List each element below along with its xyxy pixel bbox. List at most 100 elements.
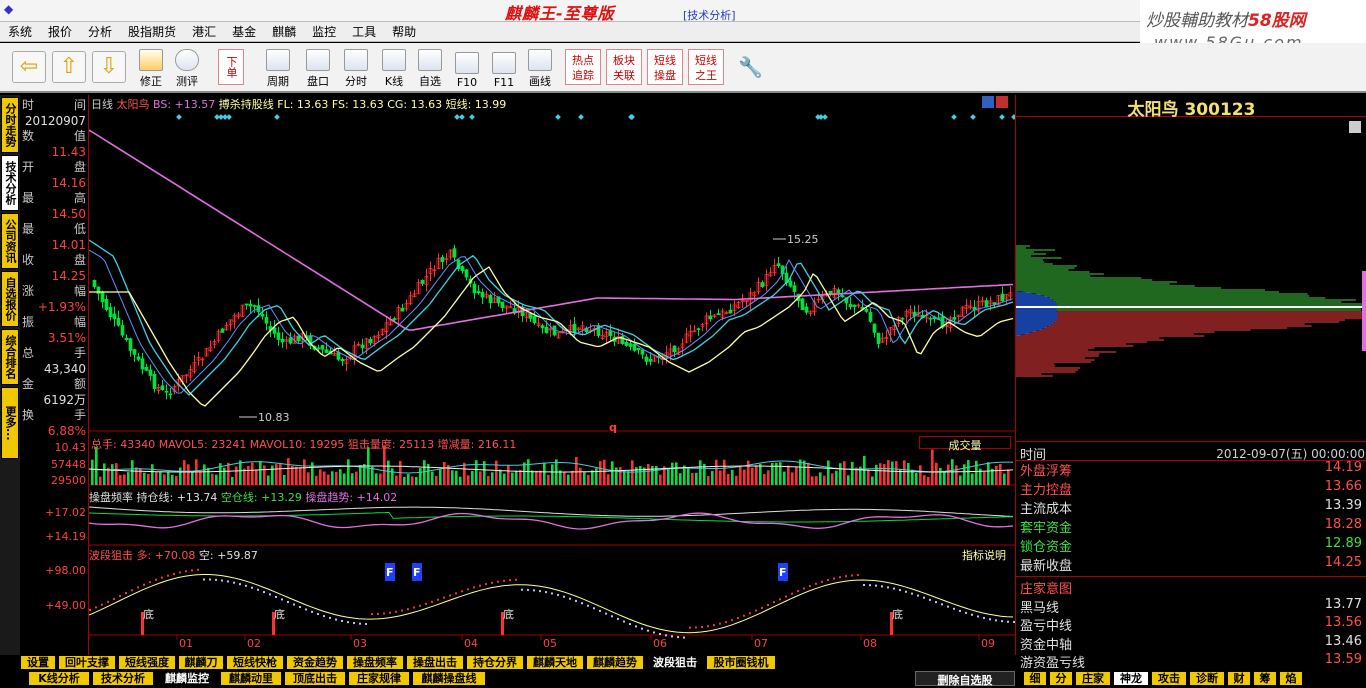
- candle-body: [400, 307, 405, 312]
- bottom-tab[interactable]: 设置: [20, 655, 56, 670]
- bottom-tab[interactable]: 麒麟监控: [156, 671, 218, 686]
- wave-dot: [887, 586, 889, 589]
- volume-bar: [359, 465, 362, 485]
- right-bottom-tab[interactable]: 细: [1023, 671, 1047, 686]
- bottom-tab[interactable]: 麒麟操盘线: [412, 671, 486, 686]
- period-button[interactable]: 周期: [262, 47, 294, 89]
- menu-fund[interactable]: 基金: [224, 22, 264, 41]
- orderbook-button[interactable]: 盘口: [303, 47, 333, 89]
- delete-watchlist-button[interactable]: 删除自选股: [915, 671, 1015, 687]
- down-button[interactable]: ⇩: [92, 51, 126, 83]
- right-bottom-tab[interactable]: 分: [1049, 671, 1073, 686]
- tab-technical[interactable]: 技术分析: [1, 155, 19, 211]
- volume-bar: [611, 461, 614, 485]
- wave-dot: [893, 587, 895, 590]
- right-bottom-tab[interactable]: 筹: [1253, 671, 1277, 686]
- menu-help[interactable]: 帮助: [384, 22, 424, 41]
- short-king-button[interactable]: 短线 之王: [688, 49, 724, 85]
- menu-quote[interactable]: 报价: [40, 22, 80, 41]
- bottom-tab[interactable]: 操盘出击: [406, 655, 464, 670]
- sector-button[interactable]: 板块 关联: [606, 49, 642, 85]
- evaluate-button[interactable]: 测评: [173, 47, 201, 89]
- menu-system[interactable]: 系统: [0, 22, 40, 41]
- bottom-tab[interactable]: 资金趋势: [286, 655, 344, 670]
- kline-button[interactable]: K线: [379, 47, 409, 89]
- bottom-tab[interactable]: 操盘频率: [346, 655, 404, 670]
- bottom-tabs-row2: K线分析 技术分析 麒麟监控 麒麟动里 顶底出击 庄家规律 麒麟操盘线: [20, 671, 1000, 686]
- f10-button[interactable]: F10: [452, 47, 482, 89]
- bottom-tab[interactable]: 麒麟趋势: [586, 655, 644, 670]
- draw-line-button[interactable]: 画线: [525, 47, 555, 89]
- close-panel-icon[interactable]: [996, 96, 1008, 108]
- wave-dot: [839, 576, 841, 579]
- right-bottom-tab[interactable]: 庄家: [1075, 671, 1111, 686]
- right-bottom-tab[interactable]: 诊断: [1189, 671, 1225, 686]
- menu-futures[interactable]: 股指期货: [120, 22, 184, 41]
- stat-value: 14.25: [1324, 555, 1362, 570]
- candle-body: [252, 305, 257, 307]
- short-trade-button[interactable]: 短线 操盘: [647, 49, 683, 85]
- bottom-tab[interactable]: 麒麟天地: [526, 655, 584, 670]
- right-bottom-tab[interactable]: 攻击: [1151, 671, 1187, 686]
- panel-icon[interactable]: [982, 96, 994, 108]
- tab-ranking[interactable]: 综合排名: [1, 329, 19, 385]
- candle-body: [572, 323, 577, 333]
- candle-body: [220, 328, 225, 333]
- bottom-tab[interactable]: 麒麟动里: [220, 671, 282, 686]
- candle-body: [488, 294, 493, 304]
- bottom-tab[interactable]: 庄家规律: [348, 671, 410, 686]
- back-button[interactable]: ⇦: [12, 51, 46, 83]
- chart-area[interactable]: 10.8315.25q底底底底FFF12010203040506070809 日…: [88, 95, 1015, 655]
- menu-tools[interactable]: 工具: [344, 22, 384, 41]
- tab-intraday[interactable]: 分时走势: [1, 97, 19, 153]
- volume-bar: [167, 471, 170, 485]
- menu-hk[interactable]: 港汇: [184, 22, 224, 41]
- volume-bar: [995, 465, 998, 485]
- volume-bar: [843, 461, 846, 485]
- tab-company[interactable]: 公司资讯: [1, 213, 19, 269]
- bottom-tab[interactable]: 股市圈钱机: [706, 655, 776, 670]
- volume-bar: [743, 469, 746, 485]
- bottom-tab[interactable]: 短线快枪: [226, 655, 284, 670]
- wave-dot: [161, 576, 163, 579]
- hotspot-button[interactable]: 热点 追踪: [565, 49, 601, 85]
- f11-button[interactable]: F11: [489, 47, 519, 89]
- candle-body: [136, 356, 141, 360]
- candle-body: [420, 279, 425, 284]
- bottom-tab[interactable]: 顶底出击: [284, 671, 346, 686]
- bottom-tab[interactable]: 技术分析: [92, 671, 154, 686]
- indicator-help-link[interactable]: 指标说明: [962, 547, 1006, 563]
- volume-bar: [807, 462, 810, 485]
- right-bottom-tab[interactable]: 财: [1227, 671, 1251, 686]
- wave-dot: [527, 588, 529, 591]
- correct-button[interactable]: 修正: [137, 47, 165, 89]
- menu-analysis[interactable]: 分析: [80, 22, 120, 41]
- order-button[interactable]: 下单: [218, 49, 244, 85]
- up-button[interactable]: ⇧: [52, 51, 86, 83]
- volume-bar: [471, 471, 474, 485]
- menu-qilin[interactable]: 麒麟: [264, 22, 304, 41]
- wave-dot: [695, 626, 697, 629]
- bottom-tab[interactable]: 麒麟刀: [178, 655, 224, 670]
- wrench-icon[interactable]: 🔧: [738, 55, 763, 79]
- wave-dot: [761, 606, 763, 609]
- volume-dropdown[interactable]: 成交量: [919, 436, 1011, 452]
- bottom-tab[interactable]: 波段狙击: [646, 655, 704, 670]
- volume-bar: [987, 462, 990, 485]
- right-bottom-tab[interactable]: 焰: [1279, 671, 1303, 686]
- volume-bar: [887, 460, 890, 485]
- bottom-tab[interactable]: 短线强度: [118, 655, 176, 670]
- bottom-tab[interactable]: 回叶支撑: [58, 655, 116, 670]
- wave-dot: [599, 609, 601, 612]
- tab-more[interactable]: 更多...: [1, 387, 19, 459]
- stat-value: 13.56: [1324, 615, 1362, 630]
- bottom-tab[interactable]: K线分析: [28, 671, 90, 686]
- right-bottom-tab[interactable]: 神龙: [1113, 671, 1149, 686]
- watchlist-button[interactable]: 自选: [415, 47, 445, 89]
- menu-monitor[interactable]: 监控: [304, 22, 344, 41]
- wave-dot: [923, 596, 925, 599]
- bottom-tab[interactable]: 持仓分界: [466, 655, 524, 670]
- x-tick-label: 01: [179, 637, 193, 650]
- tab-watchlist[interactable]: 自选报价: [1, 271, 19, 327]
- intraday-button[interactable]: 分时: [341, 47, 371, 89]
